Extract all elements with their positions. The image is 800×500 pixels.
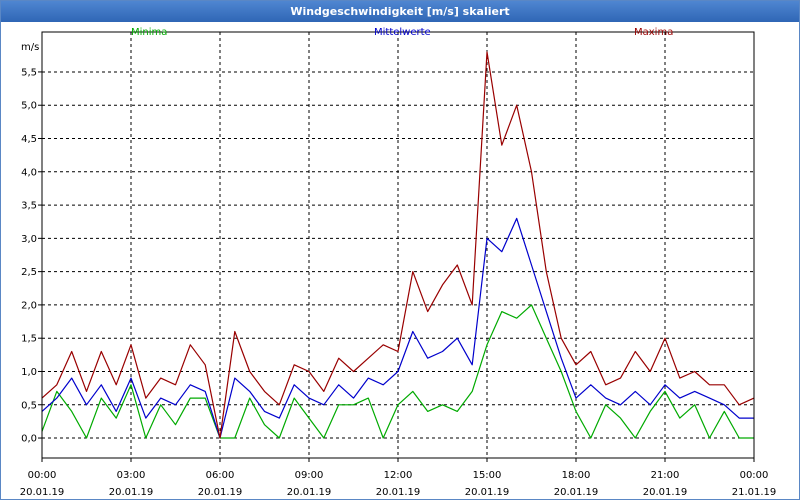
y-tick-label: 4,0 <box>21 167 37 178</box>
wind-speed-chart: 0,0 0,5 1,0 1,5 2,0 2,5 3,0 3,5 4,0 4,5 5,0 5,5 00:… <box>20 27 777 498</box>
x-tick-date-label: 20.01.19 <box>376 487 421 498</box>
y-tick-label: 3,5 <box>21 201 37 212</box>
y-tick-label: 2,5 <box>21 267 37 278</box>
x-tick-date-label: 20.01.19 <box>554 487 599 498</box>
window-title-bar: Windgeschwindigkeit [m/s] skaliert <box>1 1 799 22</box>
y-tick-label: 0,5 <box>21 400 37 411</box>
x-tick-time-label: 09:00 <box>295 470 324 481</box>
x-tick-time-label: 03:00 <box>117 470 146 481</box>
legend-mittelwerte: Mittelwerte <box>374 27 431 38</box>
x-tick-time-label: 15:00 <box>473 470 502 481</box>
x-tick-date-label: 20.01.19 <box>643 487 688 498</box>
y-axis-ticks: 0,0 0,5 1,0 1,5 2,0 2,5 3,0 3,5 4,0 4,5 5,0 5,5 <box>21 67 42 445</box>
legend-maxima: Maxima <box>634 27 673 38</box>
legend-minima: Minima <box>131 27 167 38</box>
x-axis-ticks: 00:00 20.01.19 03:00 20.01.19 06:00 20.01.19 0… <box>20 458 777 498</box>
x-tick-time-label: 00:00 <box>740 470 769 481</box>
x-tick-time-label: 12:00 <box>384 470 413 481</box>
x-tick-date-label: 20.01.19 <box>198 487 243 498</box>
x-tick-time-label: 00:00 <box>28 470 57 481</box>
y-tick-label: 1,0 <box>21 367 37 378</box>
x-tick-date-label: 20.01.19 <box>109 487 154 498</box>
y-tick-label: 2,0 <box>21 300 37 311</box>
y-tick-label: 1,5 <box>21 334 37 345</box>
x-tick-date-label: 20.01.19 <box>287 487 332 498</box>
x-tick-time-label: 06:00 <box>206 470 235 481</box>
y-tick-label: 5,0 <box>21 101 37 112</box>
y-tick-label: 0,0 <box>21 434 37 445</box>
y-axis-label: m/s <box>21 42 39 53</box>
x-tick-time-label: 18:00 <box>562 470 591 481</box>
x-tick-date-label: 21.01.19 <box>732 487 777 498</box>
x-tick-date-label: 20.01.19 <box>20 487 65 498</box>
x-tick-time-label: 21:00 <box>651 470 680 481</box>
x-tick-date-label: 20.01.19 <box>465 487 510 498</box>
y-tick-label: 4,5 <box>21 134 37 145</box>
y-tick-label: 3,0 <box>21 234 37 245</box>
chart-window: Windgeschwindigkeit [m/s] skaliert 0,0 0,… <box>0 0 800 500</box>
y-tick-label: 5,5 <box>21 67 37 78</box>
